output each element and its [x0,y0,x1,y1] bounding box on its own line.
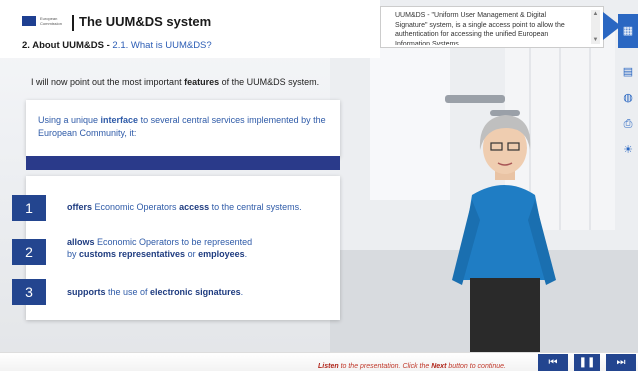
feature3-verb: supports [67,287,106,297]
interface-card-text: Using a unique interface to several cent… [38,114,328,140]
card1-before: Using a unique [38,115,101,125]
globe-icon[interactable]: ◍ [620,90,636,106]
fast-forward-icon[interactable]: ⏭ [606,354,636,371]
lightbulb-icon[interactable]: ☀ [620,142,636,158]
scroll-down-icon[interactable]: ▼ [591,36,600,44]
feature1-end: to the central systems. [209,202,302,212]
section-main: 2. About UUM&DS - [22,40,113,51]
instruction-text: Listen to the presentation. Click the Ne… [318,363,506,370]
intro-after: of the UUM&DS system. [219,77,320,87]
pause-icon[interactable]: ❚❚ [574,354,600,371]
menu-icon[interactable]: ▦ [618,14,638,48]
feature-text-3: supports the use of electronic signature… [67,286,243,298]
feature3-bold: electronic signatures [150,287,241,297]
title-divider [72,15,74,31]
scroll-up-icon[interactable]: ▲ [591,10,600,18]
header: European Commission The UUM&DS system 2.… [0,0,380,58]
feature1-bold: access [179,202,210,212]
card1-bold: interface [100,115,139,125]
instruction-part2: button to continue. [446,363,506,370]
document-icon[interactable]: ▤ [620,64,636,80]
course-title: The UUM&DS system [79,14,212,29]
intro-text: I will now point out the most important … [31,77,351,87]
feature2-verb: allows [67,237,95,247]
presentation-stage: European Commission The UUM&DS system 2.… [0,0,638,371]
intro-before: I will now point out the most important [31,77,185,87]
european-commission-logo: European Commission [22,13,68,31]
feature3-part: the use of [105,287,151,297]
glossary-text: UUM&DS - "Uniform User Management & Digi… [395,12,565,45]
feature-text-1: offers Economic Operators access to the … [67,201,302,213]
feature2-by: by [67,249,80,259]
tooltip-scrollbar[interactable]: ▲ ▼ [591,10,600,44]
card-divider-band [26,156,340,170]
feature3-end: . [240,287,244,297]
feature2-or: or [185,249,199,259]
section-breadcrumb: 2. About UUM&DS - 2.1. What is UUM&DS? [22,40,212,51]
intro-bold: features [184,77,220,87]
feature2-part: Economic Operators to be represented [94,237,253,247]
rewind-icon[interactable]: ⏮ [538,354,568,371]
next-word: Next [431,363,447,370]
feature-number-2: 2 [12,239,46,265]
eu-flag-icon [22,16,36,26]
feature-text-2: allows Economic Operators to be represen… [67,236,252,260]
logo-text: European Commission [40,16,63,26]
printer-icon[interactable]: ⎙ [620,116,636,132]
glossary-tooltip: UUM&DS - "Uniform User Management & Digi… [380,6,604,48]
feature1-part: Economic Operators [92,202,180,212]
feature-number-1: 1 [12,195,46,221]
instruction-part1: to the presentation. Click the [338,363,432,370]
feature1-verb: offers [67,202,93,212]
feature2-bold1: customs representatives [79,249,186,259]
section-sub: 2.1. What is UUM&DS? [112,40,212,51]
interface-card: Using a unique interface to several cent… [26,100,340,157]
feature-number-3: 3 [12,279,46,305]
feature2-bold2: employees [198,249,245,259]
listen-word: Listen [318,363,339,370]
feature2-end: . [244,249,248,259]
